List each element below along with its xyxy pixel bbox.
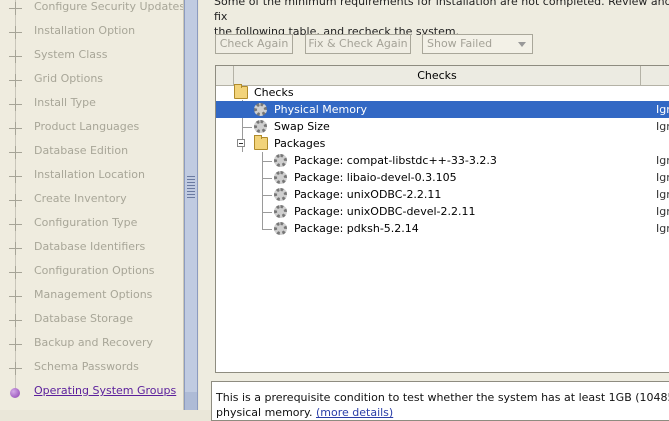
gear-icon xyxy=(254,120,267,133)
more-details-link[interactable]: (more details) xyxy=(316,406,393,419)
chevron-down-icon xyxy=(518,42,526,47)
check-description: This is a prerequisite condition to test… xyxy=(211,381,669,421)
row-label: Package: unixODBC-devel-2.2.11 xyxy=(294,205,476,218)
step-create-inventory[interactable]: Create Inventory xyxy=(0,188,183,212)
row-status: Ign xyxy=(656,120,669,133)
tree-row-package[interactable]: Package: compat-libstdc++-33-3.2.3 Ign xyxy=(216,152,669,169)
step-database-storage[interactable]: Database Storage xyxy=(0,308,183,332)
step-marker-icon xyxy=(9,194,22,207)
row-label: Package: libaio-devel-0.3.105 xyxy=(294,171,457,184)
step-marker-icon xyxy=(9,170,22,183)
row-label: Physical Memory xyxy=(274,103,367,116)
step-marker-icon xyxy=(9,74,22,87)
step-configure-security-updates[interactable]: Configure Security Updates xyxy=(0,0,183,20)
tree-row-package[interactable]: Package: unixODBC-2.2.11 Ign xyxy=(216,186,669,203)
tree-row-package[interactable]: Package: unixODBC-devel-2.2.11 Ign xyxy=(216,203,669,220)
row-status: Ign xyxy=(656,222,669,235)
show-filter-value: Show Failed xyxy=(427,37,493,50)
status-message-line1: Some of the minimum requirements for ins… xyxy=(214,0,669,23)
step-marker-icon xyxy=(9,218,22,231)
step-backup-and-recovery[interactable]: Backup and Recovery xyxy=(0,332,183,356)
tree-row-checks[interactable]: Checks xyxy=(216,84,669,101)
gear-icon xyxy=(254,103,267,116)
row-status: Ign xyxy=(656,171,669,184)
gear-icon xyxy=(274,205,287,218)
step-grid-options[interactable]: Grid Options xyxy=(0,68,183,92)
step-operating-system-groups[interactable]: Operating System Groups xyxy=(0,380,183,404)
splitter-grip-icon[interactable] xyxy=(187,176,195,198)
step-configuration-options[interactable]: Configuration Options xyxy=(0,260,183,284)
gear-icon xyxy=(274,222,287,235)
row-label: Checks xyxy=(254,86,294,99)
current-step-icon xyxy=(10,388,20,398)
gear-icon xyxy=(274,188,287,201)
step-marker-icon xyxy=(9,98,22,111)
gear-icon xyxy=(274,171,287,184)
row-label: Package: pdksh-5.2.14 xyxy=(294,222,419,235)
fix-and-check-again-button[interactable]: Fix & Check Again xyxy=(305,34,411,54)
row-label: Package: compat-libstdc++-33-3.2.3 xyxy=(294,154,497,167)
step-configuration-type[interactable]: Configuration Type xyxy=(0,212,183,236)
table-header-checks[interactable]: Checks xyxy=(234,66,641,85)
gear-icon xyxy=(274,154,287,167)
step-marker-icon xyxy=(9,362,22,375)
step-marker-icon xyxy=(9,122,22,135)
step-marker-icon xyxy=(9,50,22,63)
step-installation-option[interactable]: Installation Option xyxy=(0,20,183,44)
step-system-class[interactable]: System Class xyxy=(0,44,183,68)
row-status: Ign xyxy=(656,103,669,116)
collapse-toggle-icon[interactable] xyxy=(237,139,245,147)
step-database-identifiers[interactable]: Database Identifiers xyxy=(0,236,183,260)
step-marker-icon xyxy=(9,2,22,15)
row-status: Ign xyxy=(656,154,669,167)
step-install-type[interactable]: Install Type xyxy=(0,92,183,116)
tree-row-package[interactable]: Package: pdksh-5.2.14 Ign xyxy=(216,220,669,237)
show-filter-select[interactable]: Show Failed xyxy=(422,34,533,54)
table-header-blank xyxy=(216,66,234,85)
folder-open-icon xyxy=(254,135,268,150)
table-header: Checks xyxy=(216,66,669,86)
tree-row-packages[interactable]: Packages xyxy=(216,135,669,152)
row-label: Swap Size xyxy=(274,120,330,133)
step-marker-icon xyxy=(9,26,22,39)
description-line1: This is a prerequisite condition to test… xyxy=(216,391,669,404)
tree-row-physical-memory[interactable]: Physical Memory Ign xyxy=(216,101,669,118)
step-marker-icon xyxy=(9,290,22,303)
step-marker-icon xyxy=(9,242,22,255)
row-label: Package: unixODBC-2.2.11 xyxy=(294,188,442,201)
step-marker-icon xyxy=(9,266,22,279)
description-text: physical memory. xyxy=(216,406,313,419)
row-status: Ign xyxy=(656,188,669,201)
step-database-edition[interactable]: Database Edition xyxy=(0,140,183,164)
main-panel: Some of the minimum requirements for ins… xyxy=(199,0,669,421)
folder-open-icon xyxy=(234,84,248,99)
splitter-end xyxy=(185,392,197,410)
step-management-options[interactable]: Management Options xyxy=(0,284,183,308)
check-again-button[interactable]: Check Again xyxy=(215,34,293,54)
checks-table: Checks Checks Physical Memory Ign Swap S… xyxy=(215,65,669,373)
steps-panel: Configure Security Updates Installation … xyxy=(0,0,184,410)
step-marker-icon xyxy=(9,146,22,159)
step-marker-icon xyxy=(9,338,22,351)
row-label: Packages xyxy=(274,137,326,150)
step-product-languages[interactable]: Product Languages xyxy=(0,116,183,140)
step-marker-icon xyxy=(9,314,22,327)
step-schema-passwords[interactable]: Schema Passwords xyxy=(0,356,183,380)
panel-splitter[interactable] xyxy=(184,0,198,410)
row-status: Ign xyxy=(656,205,669,218)
description-line2: physical memory. (more details) xyxy=(216,405,669,420)
tree-row-package[interactable]: Package: libaio-devel-0.3.105 Ign xyxy=(216,169,669,186)
tree-row-swap-size[interactable]: Swap Size Ign xyxy=(216,118,669,135)
step-installation-location[interactable]: Installation Location xyxy=(0,164,183,188)
